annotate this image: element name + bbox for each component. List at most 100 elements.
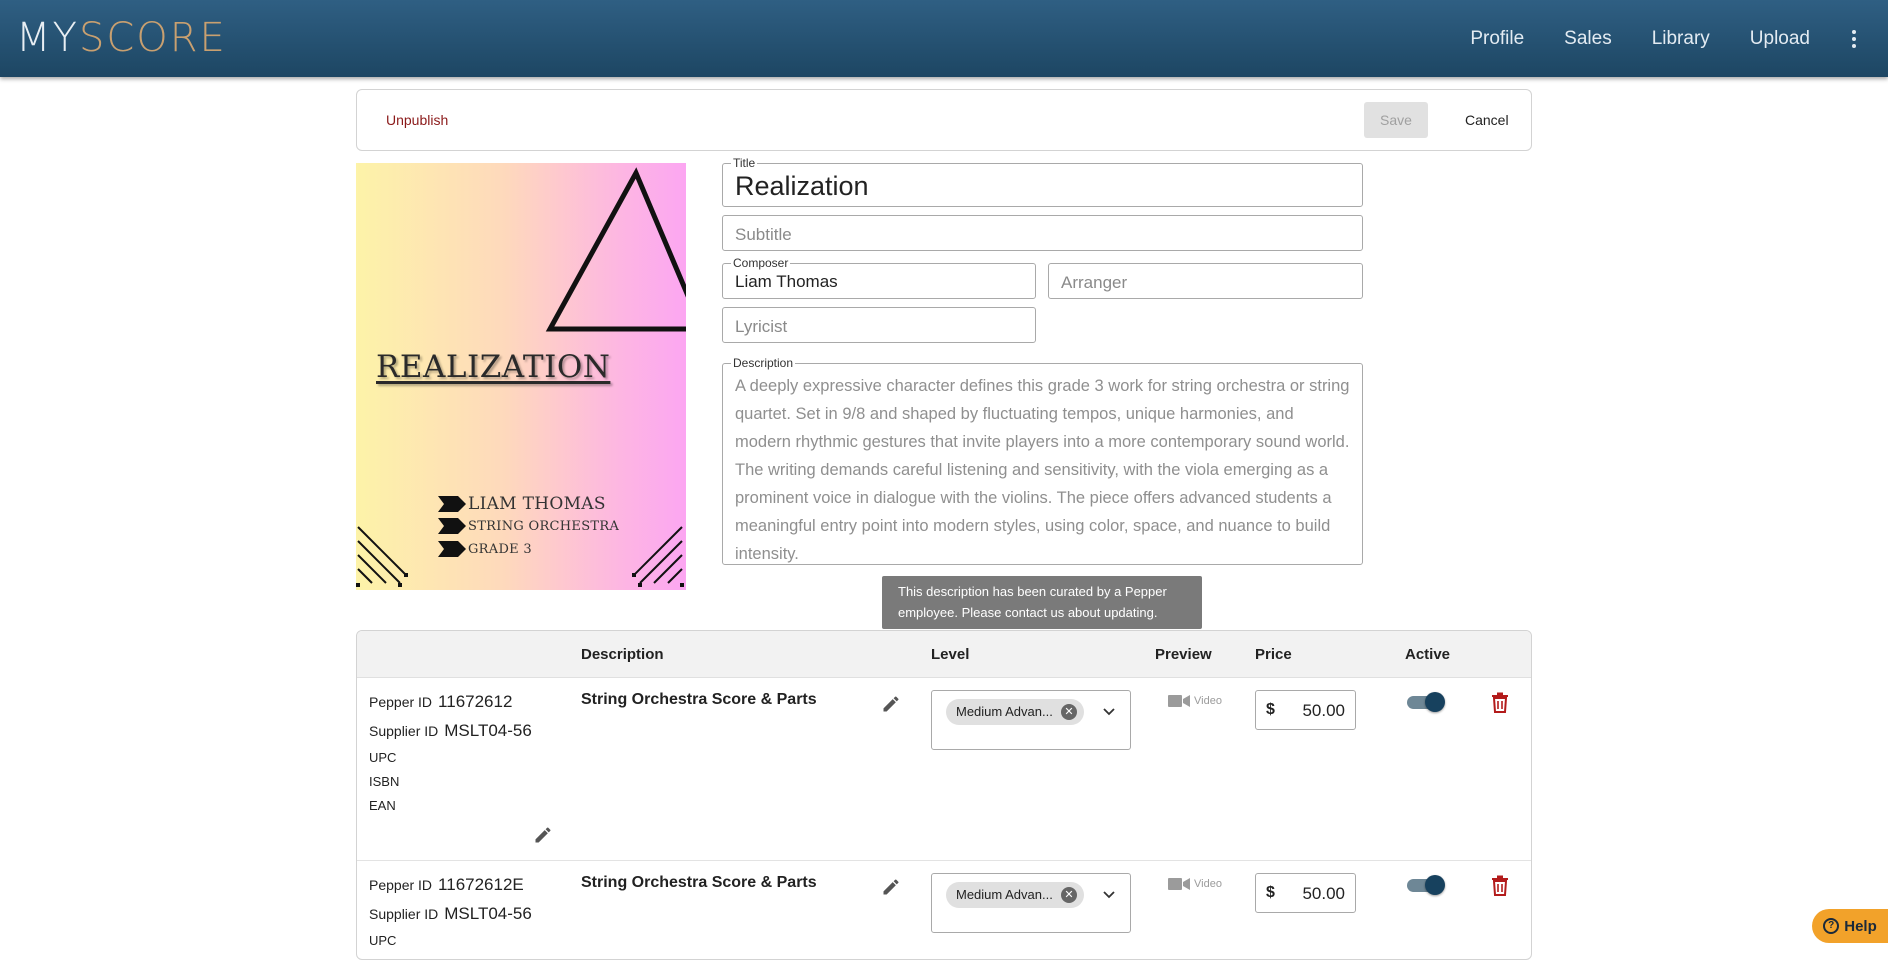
video-preview[interactable]: Video [1168, 694, 1222, 708]
cover-grade-text: GRADE 3 [468, 541, 532, 557]
edit-description-pencil-icon[interactable] [881, 877, 901, 897]
nav-upload[interactable]: Upload [1750, 28, 1810, 50]
cover-ensemble-text: STRING ORCHESTRA [468, 518, 620, 534]
delete-trash-icon[interactable] [1491, 692, 1509, 713]
pepper-id: Pepper ID 11672612 [369, 692, 512, 712]
isbn-label: ISBN [369, 774, 400, 789]
delete-trash-icon[interactable] [1491, 875, 1509, 896]
unpublish-button[interactable]: Unpublish [386, 112, 448, 128]
upc-label: UPC [369, 750, 397, 765]
active-toggle[interactable] [1407, 875, 1445, 895]
level-chip[interactable]: Medium Advan... ✕ [946, 699, 1084, 725]
arrow-tag-icon [438, 496, 466, 512]
level-chip[interactable]: Medium Advan... ✕ [946, 882, 1084, 908]
video-label: Video [1194, 878, 1222, 890]
subtitle-field[interactable]: Subtitle [722, 215, 1363, 251]
lyricist-placeholder: Lyricist [735, 317, 788, 336]
row-description: String Orchestra Score & Parts [581, 691, 817, 708]
cover-image[interactable]: REALIZATION LIAM THOMAS STRING ORCHESTRA… [356, 163, 686, 590]
cover-title: REALIZATION [376, 349, 611, 385]
arranger-field[interactable]: Arranger [1048, 263, 1363, 299]
pepper-id-value: 11672612 [438, 692, 513, 711]
pepper-id-value: 11672612E [438, 875, 524, 894]
main-nav: Profile Sales Library Upload [1430, 0, 1888, 77]
supplier-id-label: Supplier ID [369, 723, 439, 739]
price-value: 50.00 [1302, 701, 1345, 720]
pepper-id-label: Pepper ID [369, 877, 433, 893]
composer-value: Liam Thomas [735, 272, 838, 291]
price-input[interactable]: $ 50.00 [1255, 690, 1356, 730]
chevron-down-icon[interactable] [1102, 888, 1116, 902]
nav-library[interactable]: Library [1652, 28, 1710, 50]
composer-label: Composer [731, 256, 791, 270]
price-input[interactable]: $ 50.00 [1255, 873, 1356, 913]
cancel-button[interactable]: Cancel [1465, 112, 1509, 128]
cover-composer: LIAM THOMAS [438, 494, 606, 514]
lyricist-field[interactable]: Lyricist [722, 307, 1036, 343]
arrow-tag-icon [438, 541, 466, 557]
video-camera-icon [1168, 878, 1190, 890]
logo-text-score: SCORE [78, 15, 227, 61]
video-label: Video [1194, 695, 1222, 707]
header-preview: Preview [1155, 646, 1212, 663]
save-button[interactable]: Save [1364, 102, 1428, 138]
description-label: Description [731, 356, 796, 370]
row-description: String Orchestra Score & Parts [581, 874, 817, 891]
description-tooltip: This description has been curated by a P… [882, 576, 1202, 629]
nav-profile[interactable]: Profile [1470, 28, 1524, 50]
currency-symbol: $ [1266, 884, 1275, 901]
title-field[interactable]: Title Realization [722, 156, 1363, 207]
level-select[interactable]: Medium Advan... ✕ [931, 873, 1131, 933]
top-bar: MYSCORE Profile Sales Library Upload [0, 0, 1888, 77]
subtitle-placeholder: Subtitle [735, 225, 792, 244]
pepper-id: Pepper ID 11672612E [369, 875, 524, 895]
cover-composer-text: LIAM THOMAS [468, 494, 606, 514]
price-value: 50.00 [1302, 884, 1345, 903]
header-price: Price [1255, 646, 1292, 663]
level-chip-label: Medium Advan... [956, 704, 1053, 719]
title-label: Title [731, 156, 758, 170]
edit-ids-pencil-icon[interactable] [533, 825, 553, 845]
supplier-id-label: Supplier ID [369, 906, 439, 922]
help-label: Help [1844, 917, 1877, 935]
video-preview[interactable]: Video [1168, 877, 1222, 891]
app-logo[interactable]: MYSCORE [16, 14, 227, 62]
composer-field[interactable]: Composer Liam Thomas [722, 256, 1036, 299]
cover-grade: GRADE 3 [438, 541, 532, 557]
logo-text-my: MY [16, 15, 79, 61]
level-select[interactable]: Medium Advan... ✕ [931, 690, 1131, 750]
video-camera-icon [1168, 695, 1190, 707]
description-field[interactable]: Description A deeply expressive characte… [722, 356, 1363, 565]
help-button[interactable]: ? Help [1812, 909, 1888, 943]
table-row: Pepper ID 11672612E Supplier ID MSLT04-56 … [357, 861, 1531, 959]
level-chip-label: Medium Advan... [956, 887, 1053, 902]
remove-chip-icon[interactable]: ✕ [1061, 704, 1077, 720]
ean-label: EAN [369, 798, 396, 813]
table-row: Pepper ID 11672612 Supplier ID MSLT04-56 U… [357, 678, 1531, 861]
table-header: Description Level Preview Price Active [357, 631, 1531, 678]
upc-label: UPC [369, 933, 397, 948]
header-description: Description [581, 646, 664, 663]
action-bar: Unpublish Save Cancel [356, 89, 1532, 151]
currency-symbol: $ [1266, 701, 1275, 718]
remove-chip-icon[interactable]: ✕ [1061, 887, 1077, 903]
active-toggle[interactable] [1407, 692, 1445, 712]
supplier-id-value: MSLT04-56 [444, 904, 532, 923]
cover-ensemble: STRING ORCHESTRA [438, 518, 619, 534]
arrow-tag-icon [438, 518, 466, 534]
more-menu-icon[interactable] [1840, 29, 1868, 48]
description-value: A deeply expressive character defines th… [735, 377, 1350, 563]
arranger-placeholder: Arranger [1061, 273, 1128, 292]
supplier-id: Supplier ID MSLT04-56 [369, 904, 532, 924]
header-level: Level [931, 646, 970, 663]
help-question-icon: ? [1823, 918, 1840, 934]
pepper-id-label: Pepper ID [369, 694, 433, 710]
edit-description-pencil-icon[interactable] [881, 694, 901, 714]
nav-sales[interactable]: Sales [1564, 28, 1612, 50]
header-active: Active [1405, 646, 1451, 663]
title-value: Realization [735, 171, 869, 201]
supplier-id-value: MSLT04-56 [444, 721, 532, 740]
supplier-id: Supplier ID MSLT04-56 [369, 721, 532, 741]
product-table: Description Level Preview Price Active P… [356, 630, 1532, 960]
chevron-down-icon[interactable] [1102, 705, 1116, 719]
